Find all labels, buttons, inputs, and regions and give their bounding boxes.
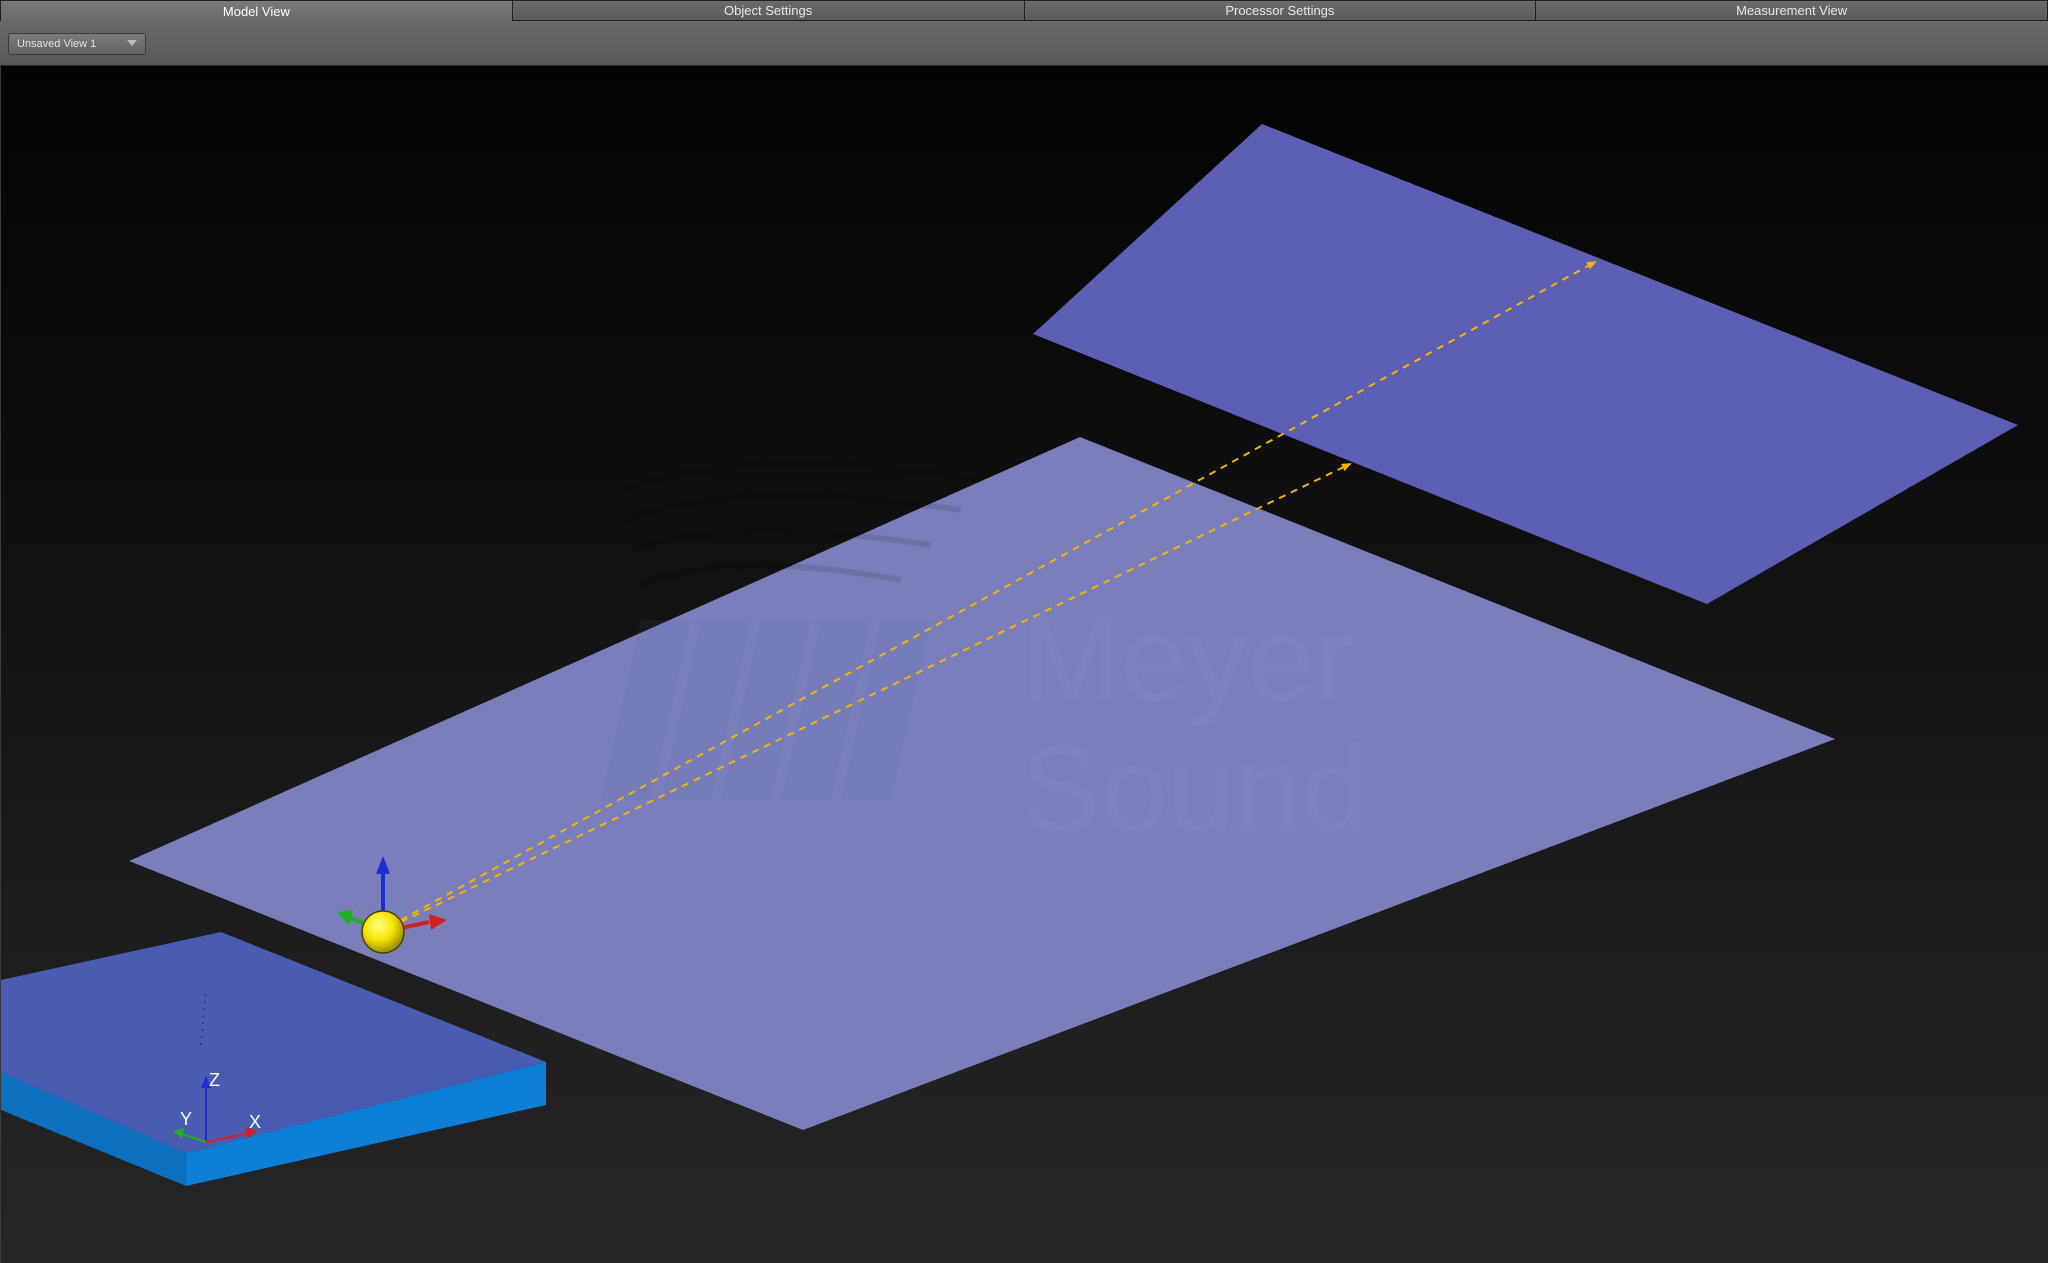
watermark-line1: Meyer [1021,592,1354,726]
watermark-line2: Sound [1021,722,1368,856]
view-select-value: Unsaved View 1 [17,38,97,50]
toolbar: Unsaved View 1 [0,21,2048,66]
tab-object-settings[interactable]: Object Settings [512,0,1025,21]
axis-y-label: Y [180,1109,192,1129]
scene-canvas: Meyer Sound Z X Y [1,124,2018,1186]
app-window: Model View Object Settings Processor Set… [0,0,2048,1263]
tab-bar: Model View Object Settings Processor Set… [0,0,2048,21]
view-select-dropdown[interactable]: Unsaved View 1 [8,33,146,55]
tab-model-view[interactable]: Model View [0,0,513,21]
sound-source-sphere[interactable] [361,910,405,954]
tab-processor-settings[interactable]: Processor Settings [1024,0,1537,21]
chevron-down-icon [127,40,137,46]
axis-x-label: X [249,1112,261,1132]
model-viewport-3d[interactable]: Meyer Sound Z X Y [0,66,2048,1263]
tab-measurement-view[interactable]: Measurement View [1536,0,2048,21]
axis-z-label: Z [209,1070,220,1090]
